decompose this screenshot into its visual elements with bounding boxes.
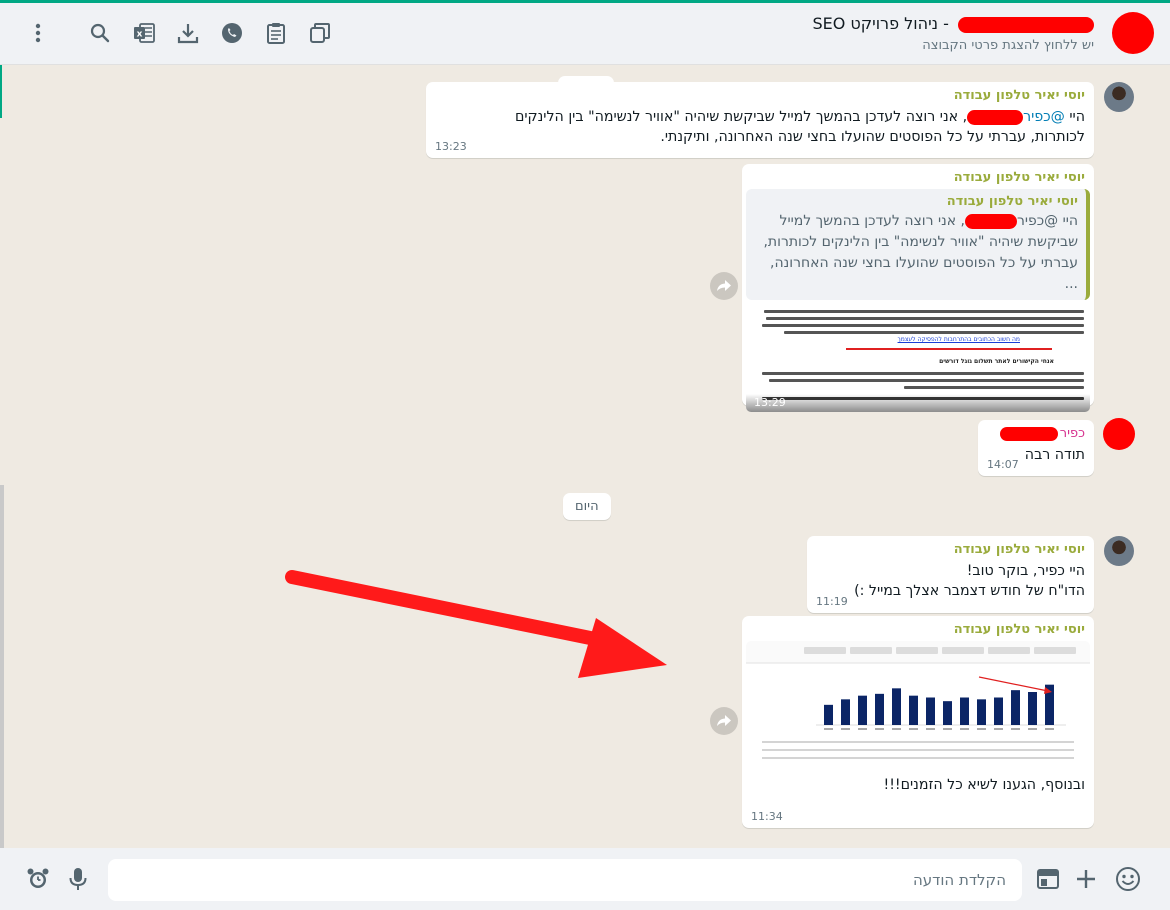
template-icon[interactable] bbox=[1034, 865, 1062, 893]
sender-name[interactable]: יוסי יאיר טלפון עבודה bbox=[435, 88, 1085, 103]
sender-name[interactable]: יוסי יאיר טלפון עבודה bbox=[816, 542, 1085, 557]
report-tab bbox=[942, 647, 984, 654]
message-time: 11:19 bbox=[816, 595, 848, 608]
quoted-sender-name: יוסי יאיר טלפון עבודה bbox=[946, 194, 1078, 209]
chart-tick-label bbox=[994, 728, 1003, 730]
report-tab bbox=[988, 647, 1030, 654]
report-tab bbox=[804, 647, 846, 654]
group-subtitle[interactable]: יש ללחוץ להצגת פרטי הקבוצה bbox=[922, 38, 1094, 53]
compose-bar bbox=[0, 848, 1170, 910]
chart-tick-label bbox=[1028, 728, 1037, 730]
message-input-box[interactable] bbox=[108, 859, 1022, 901]
chat-header: x - ניהול פרויקט SEO יש ללחוץ להצגת פרטי… bbox=[0, 3, 1170, 65]
sender-avatar[interactable] bbox=[1104, 82, 1134, 112]
quoted-message[interactable]: יוסי יאיר טלפון עבודה היי @כפיר, אני רוצ… bbox=[746, 189, 1090, 300]
doc-underline-mark bbox=[846, 348, 1052, 350]
chart-bar bbox=[909, 695, 918, 725]
message-bubble[interactable]: יוסי יאיר טלפון עבודה היי כפיר, בוקר טוב… bbox=[807, 536, 1094, 613]
mic-icon[interactable] bbox=[64, 865, 92, 893]
sender-name[interactable]: יוסי יאיר טלפון עבודה bbox=[746, 170, 1090, 185]
message-time: 14:07 bbox=[987, 458, 1019, 471]
report-chart-image[interactable] bbox=[746, 641, 1090, 769]
forward-icon[interactable] bbox=[710, 272, 738, 300]
clipboard-icon[interactable] bbox=[260, 17, 292, 49]
chart-tick-label bbox=[926, 728, 935, 730]
chart-bar bbox=[1028, 692, 1037, 725]
chart-bar bbox=[977, 699, 986, 725]
chart-tick-label bbox=[909, 728, 918, 730]
message-bubble[interactable]: יוסי יאיר טלפון עבודה היי @כפיר, אני רוצ… bbox=[426, 82, 1094, 158]
header-actions: x bbox=[22, 17, 336, 49]
chart-bar bbox=[858, 695, 867, 725]
quoted-text: היי @כפיר, אני רוצה לעדכן בהמשך למייל שב… bbox=[763, 213, 1078, 292]
plus-icon[interactable] bbox=[1072, 865, 1100, 893]
chart-bar bbox=[960, 697, 969, 725]
sender-avatar[interactable] bbox=[1104, 536, 1134, 566]
chart-tick-label bbox=[1045, 728, 1054, 730]
chart-bar bbox=[1011, 690, 1020, 725]
doc-link: מה חשוב הכתובים בהתרחבות להפסיקה לעצמך bbox=[897, 336, 1020, 343]
redaction-mark bbox=[958, 16, 1094, 33]
message-text: היי @כפיר, אני רוצה לעדכן בהמשך למייל שב… bbox=[514, 109, 1085, 145]
svg-text:x: x bbox=[137, 30, 143, 40]
chart-tick-label bbox=[875, 728, 884, 730]
copy-icon[interactable] bbox=[304, 17, 336, 49]
excel-icon[interactable]: x bbox=[128, 17, 160, 49]
chart-bar bbox=[943, 701, 952, 725]
chart-bar bbox=[841, 699, 850, 725]
chart-tick-label bbox=[892, 728, 901, 730]
chart-bar bbox=[875, 693, 884, 725]
redaction-mark bbox=[999, 426, 1058, 441]
sender-avatar[interactable] bbox=[1103, 418, 1135, 450]
chart-bar bbox=[892, 688, 901, 725]
chart-bar bbox=[926, 697, 935, 725]
group-title-text: - ניהול פרויקט SEO bbox=[812, 14, 949, 33]
chart-tick-label bbox=[824, 728, 833, 730]
chat-panel: חמישי יוסי יאיר טלפון עבודה היי @כפיר, א… bbox=[0, 66, 1170, 848]
message-time: 11:34 bbox=[751, 810, 783, 823]
group-title[interactable]: - ניהול פרויקט SEO bbox=[812, 14, 1094, 33]
chart-tick-label bbox=[841, 728, 850, 730]
message-bubble[interactable]: כפיר תודה רבה 14:07 bbox=[978, 420, 1094, 476]
message-caption: ובנוסף, הגענו לשיא כל הזמנים!!! bbox=[883, 777, 1085, 793]
whatsapp-icon[interactable] bbox=[216, 17, 248, 49]
report-table-row bbox=[762, 749, 1074, 751]
group-avatar[interactable] bbox=[1112, 12, 1154, 54]
report-tab bbox=[896, 647, 938, 654]
chart-tick-label bbox=[977, 728, 986, 730]
search-icon[interactable] bbox=[84, 17, 116, 49]
mention-link[interactable]: @כפיר bbox=[1023, 109, 1065, 125]
report-table-row bbox=[762, 741, 1074, 743]
menu-icon[interactable] bbox=[22, 17, 54, 49]
redaction-mark bbox=[967, 109, 1024, 125]
message-time: 13:29 bbox=[754, 396, 786, 409]
date-chip-today: היום bbox=[563, 493, 611, 520]
message-bubble[interactable]: יוסי יאיר טלפון עבודה יוסי יאיר טלפון עב… bbox=[742, 164, 1094, 412]
chart-tick-label bbox=[1011, 728, 1020, 730]
message-input[interactable] bbox=[108, 859, 1022, 901]
report-tab bbox=[850, 647, 892, 654]
chart-tick-label bbox=[960, 728, 969, 730]
report-table-row bbox=[762, 757, 1074, 759]
message-bubble[interactable]: יוסי יאיר טלפון עבודה ובנוסף, הגענו לשיא… bbox=[742, 616, 1094, 828]
chart-bar bbox=[994, 697, 1003, 725]
doc-heading: אנחי הקישורים לאתר תשלום גוגל דורשים bbox=[939, 358, 1054, 365]
download-icon[interactable] bbox=[172, 17, 204, 49]
document-screenshot-image[interactable]: מה חשוב הכתובים בהתרחבות להפסיקה לעצמך א… bbox=[746, 304, 1090, 412]
message-time: 13:23 bbox=[435, 140, 467, 153]
report-tab bbox=[1034, 647, 1076, 654]
sender-name[interactable]: יוסי יאיר טלפון עבודה bbox=[746, 622, 1090, 637]
chart-tick-label bbox=[943, 728, 952, 730]
chart-bar bbox=[824, 704, 833, 725]
alarm-icon[interactable] bbox=[24, 865, 52, 893]
forward-icon[interactable] bbox=[710, 707, 738, 735]
sender-name[interactable]: כפיר bbox=[987, 426, 1085, 441]
message-text: היי כפיר, בוקר טוב! הדו"ח של חודש דצמבר … bbox=[854, 563, 1085, 599]
chart-tick-label bbox=[858, 728, 867, 730]
report-chart bbox=[746, 641, 1090, 759]
redaction-mark bbox=[964, 213, 1017, 229]
chart-red-arrow-line bbox=[978, 676, 1049, 692]
emoji-icon[interactable] bbox=[1114, 865, 1142, 893]
